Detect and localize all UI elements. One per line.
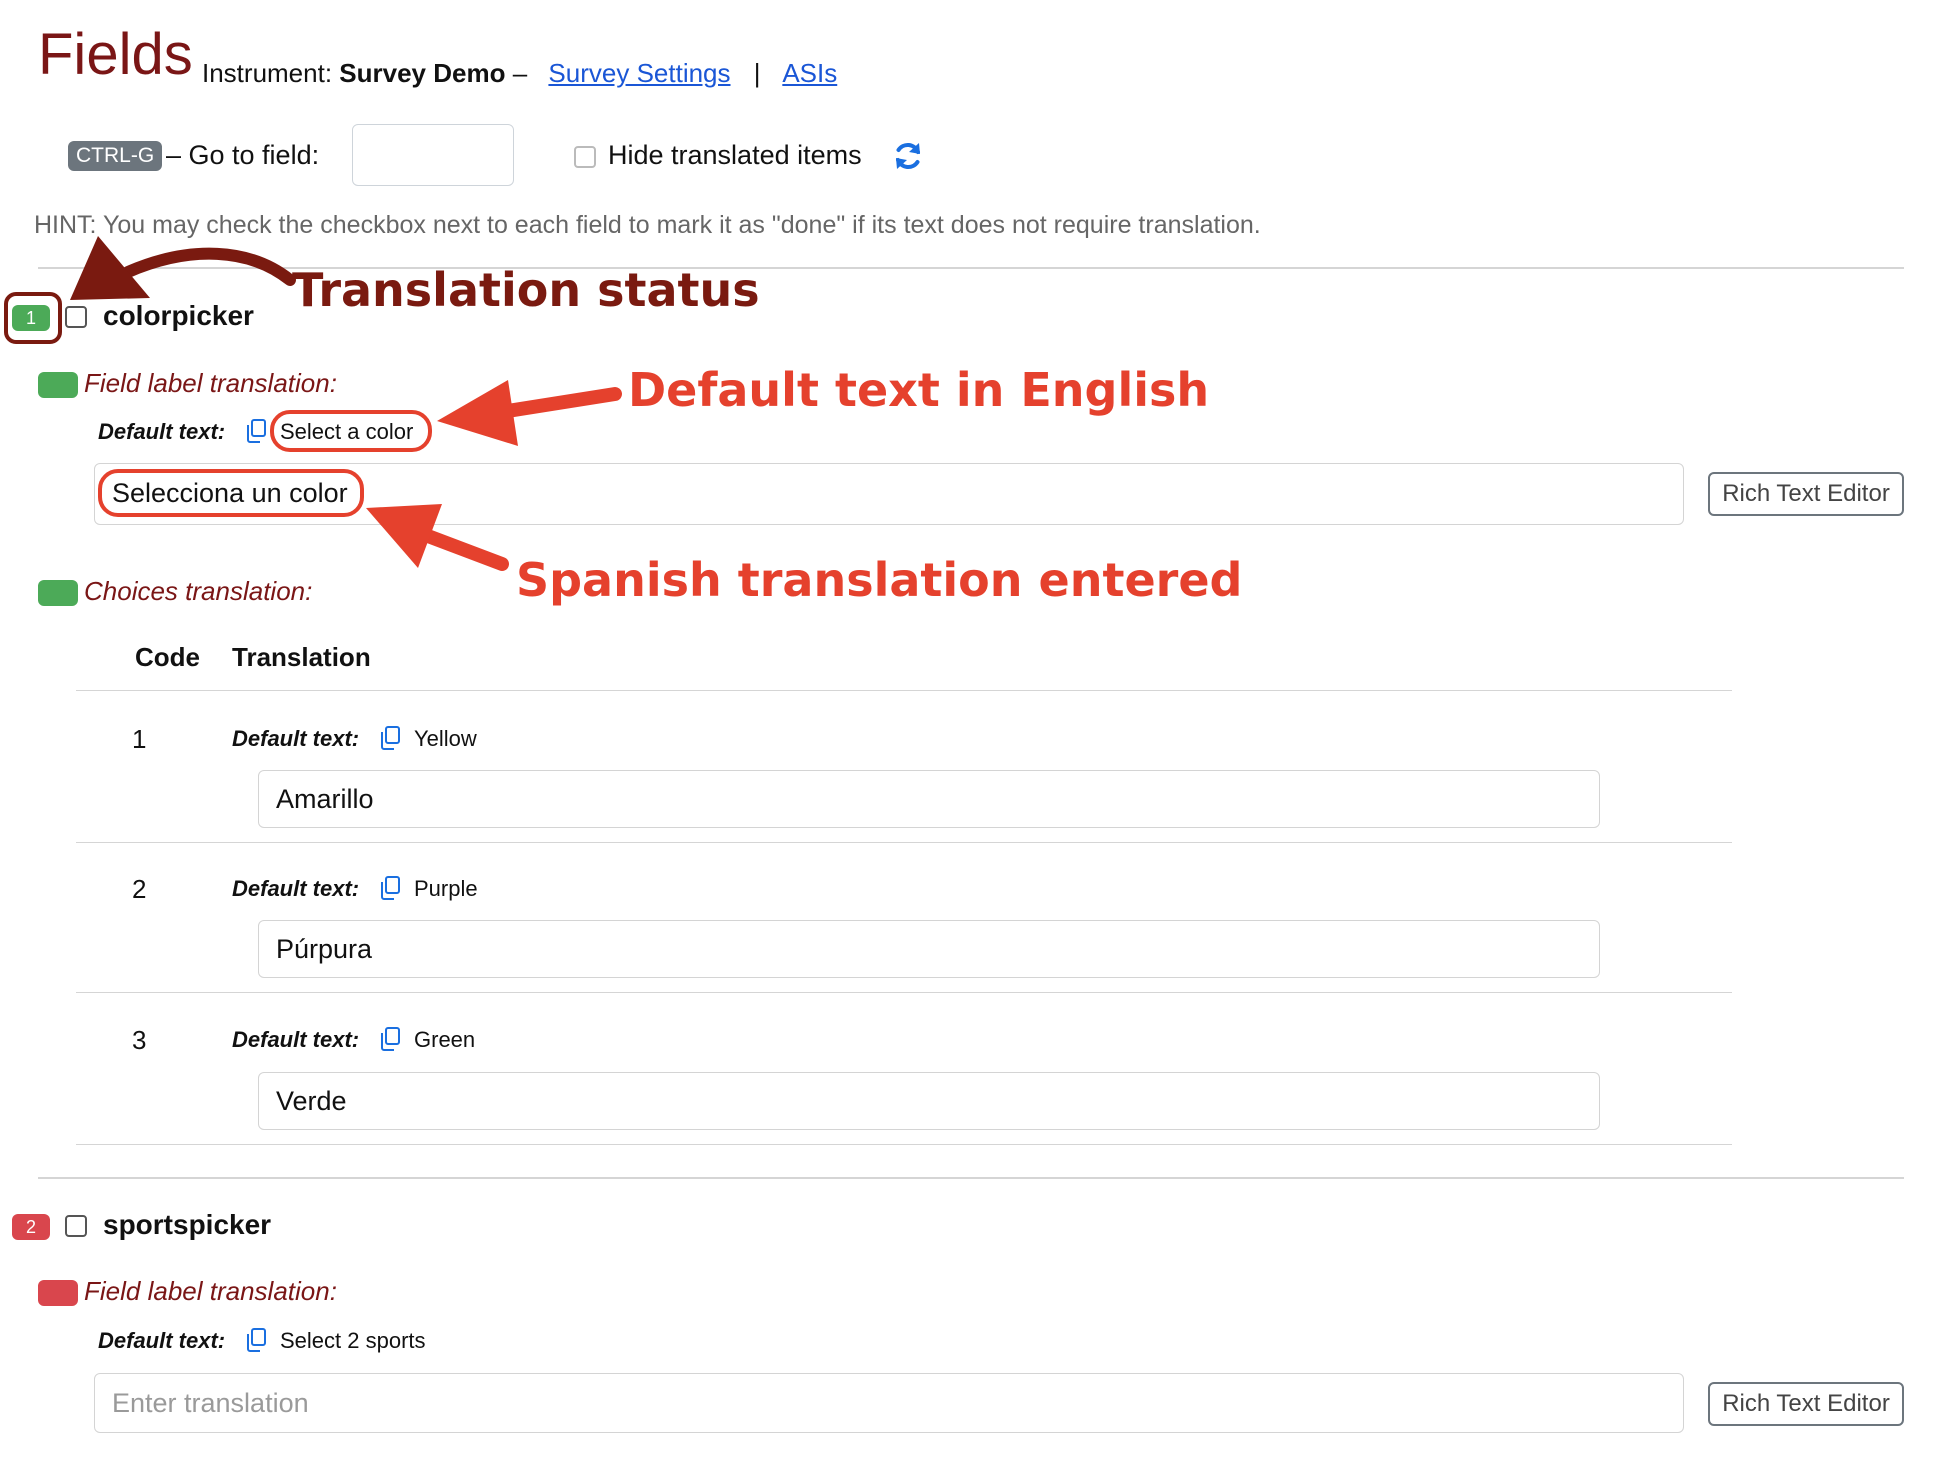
choice-code: 2 (132, 874, 147, 904)
field-name: sportspicker (103, 1209, 272, 1240)
table-divider (76, 992, 1732, 993)
choice-code: 1 (132, 724, 147, 754)
choice-default-label: Default text: (232, 726, 360, 751)
choice-translation-input[interactable]: Púrpura (258, 920, 1600, 978)
field-label-translation-input[interactable]: Enter translation (94, 1373, 1684, 1433)
default-text-callout: Default text in English (628, 363, 1210, 417)
choice-default-value: Green (414, 1027, 476, 1052)
table-divider (76, 842, 1732, 843)
choice-translation-input[interactable]: Amarillo (258, 770, 1600, 828)
choice-default-value: Yellow (414, 726, 477, 751)
field-done-checkbox[interactable] (65, 1215, 87, 1237)
default-text-label: Default text: (98, 1328, 226, 1353)
choice-code: 3 (132, 1025, 147, 1055)
default-text-arrow (488, 387, 622, 420)
table-divider (76, 1144, 1732, 1145)
divider (38, 1177, 1904, 1179)
default-text-arrowhead (437, 380, 518, 446)
label-status-chip (38, 1280, 78, 1306)
field-status-badge: 2 (12, 1214, 50, 1240)
copy-icon[interactable] (378, 1026, 402, 1052)
choice-default-value: Purple (414, 876, 478, 901)
default-text-value: Select 2 sports (280, 1328, 426, 1353)
spanish-arrow (413, 526, 509, 571)
field-label-section-title: Field label translation: (84, 1276, 337, 1306)
status-arrow (122, 247, 296, 286)
copy-icon[interactable] (378, 875, 402, 901)
choice-default-label: Default text: (232, 876, 360, 901)
copy-icon[interactable] (244, 1327, 268, 1353)
choice-default-label: Default text: (232, 1027, 360, 1052)
spanish-translation-callout: Spanish translation entered (516, 553, 1243, 607)
translation-status-callout: Translation status (292, 263, 760, 317)
rich-text-editor-button[interactable]: Rich Text Editor (1708, 1382, 1904, 1426)
copy-icon[interactable] (378, 725, 402, 751)
choice-translation-input[interactable]: Verde (258, 1072, 1600, 1130)
